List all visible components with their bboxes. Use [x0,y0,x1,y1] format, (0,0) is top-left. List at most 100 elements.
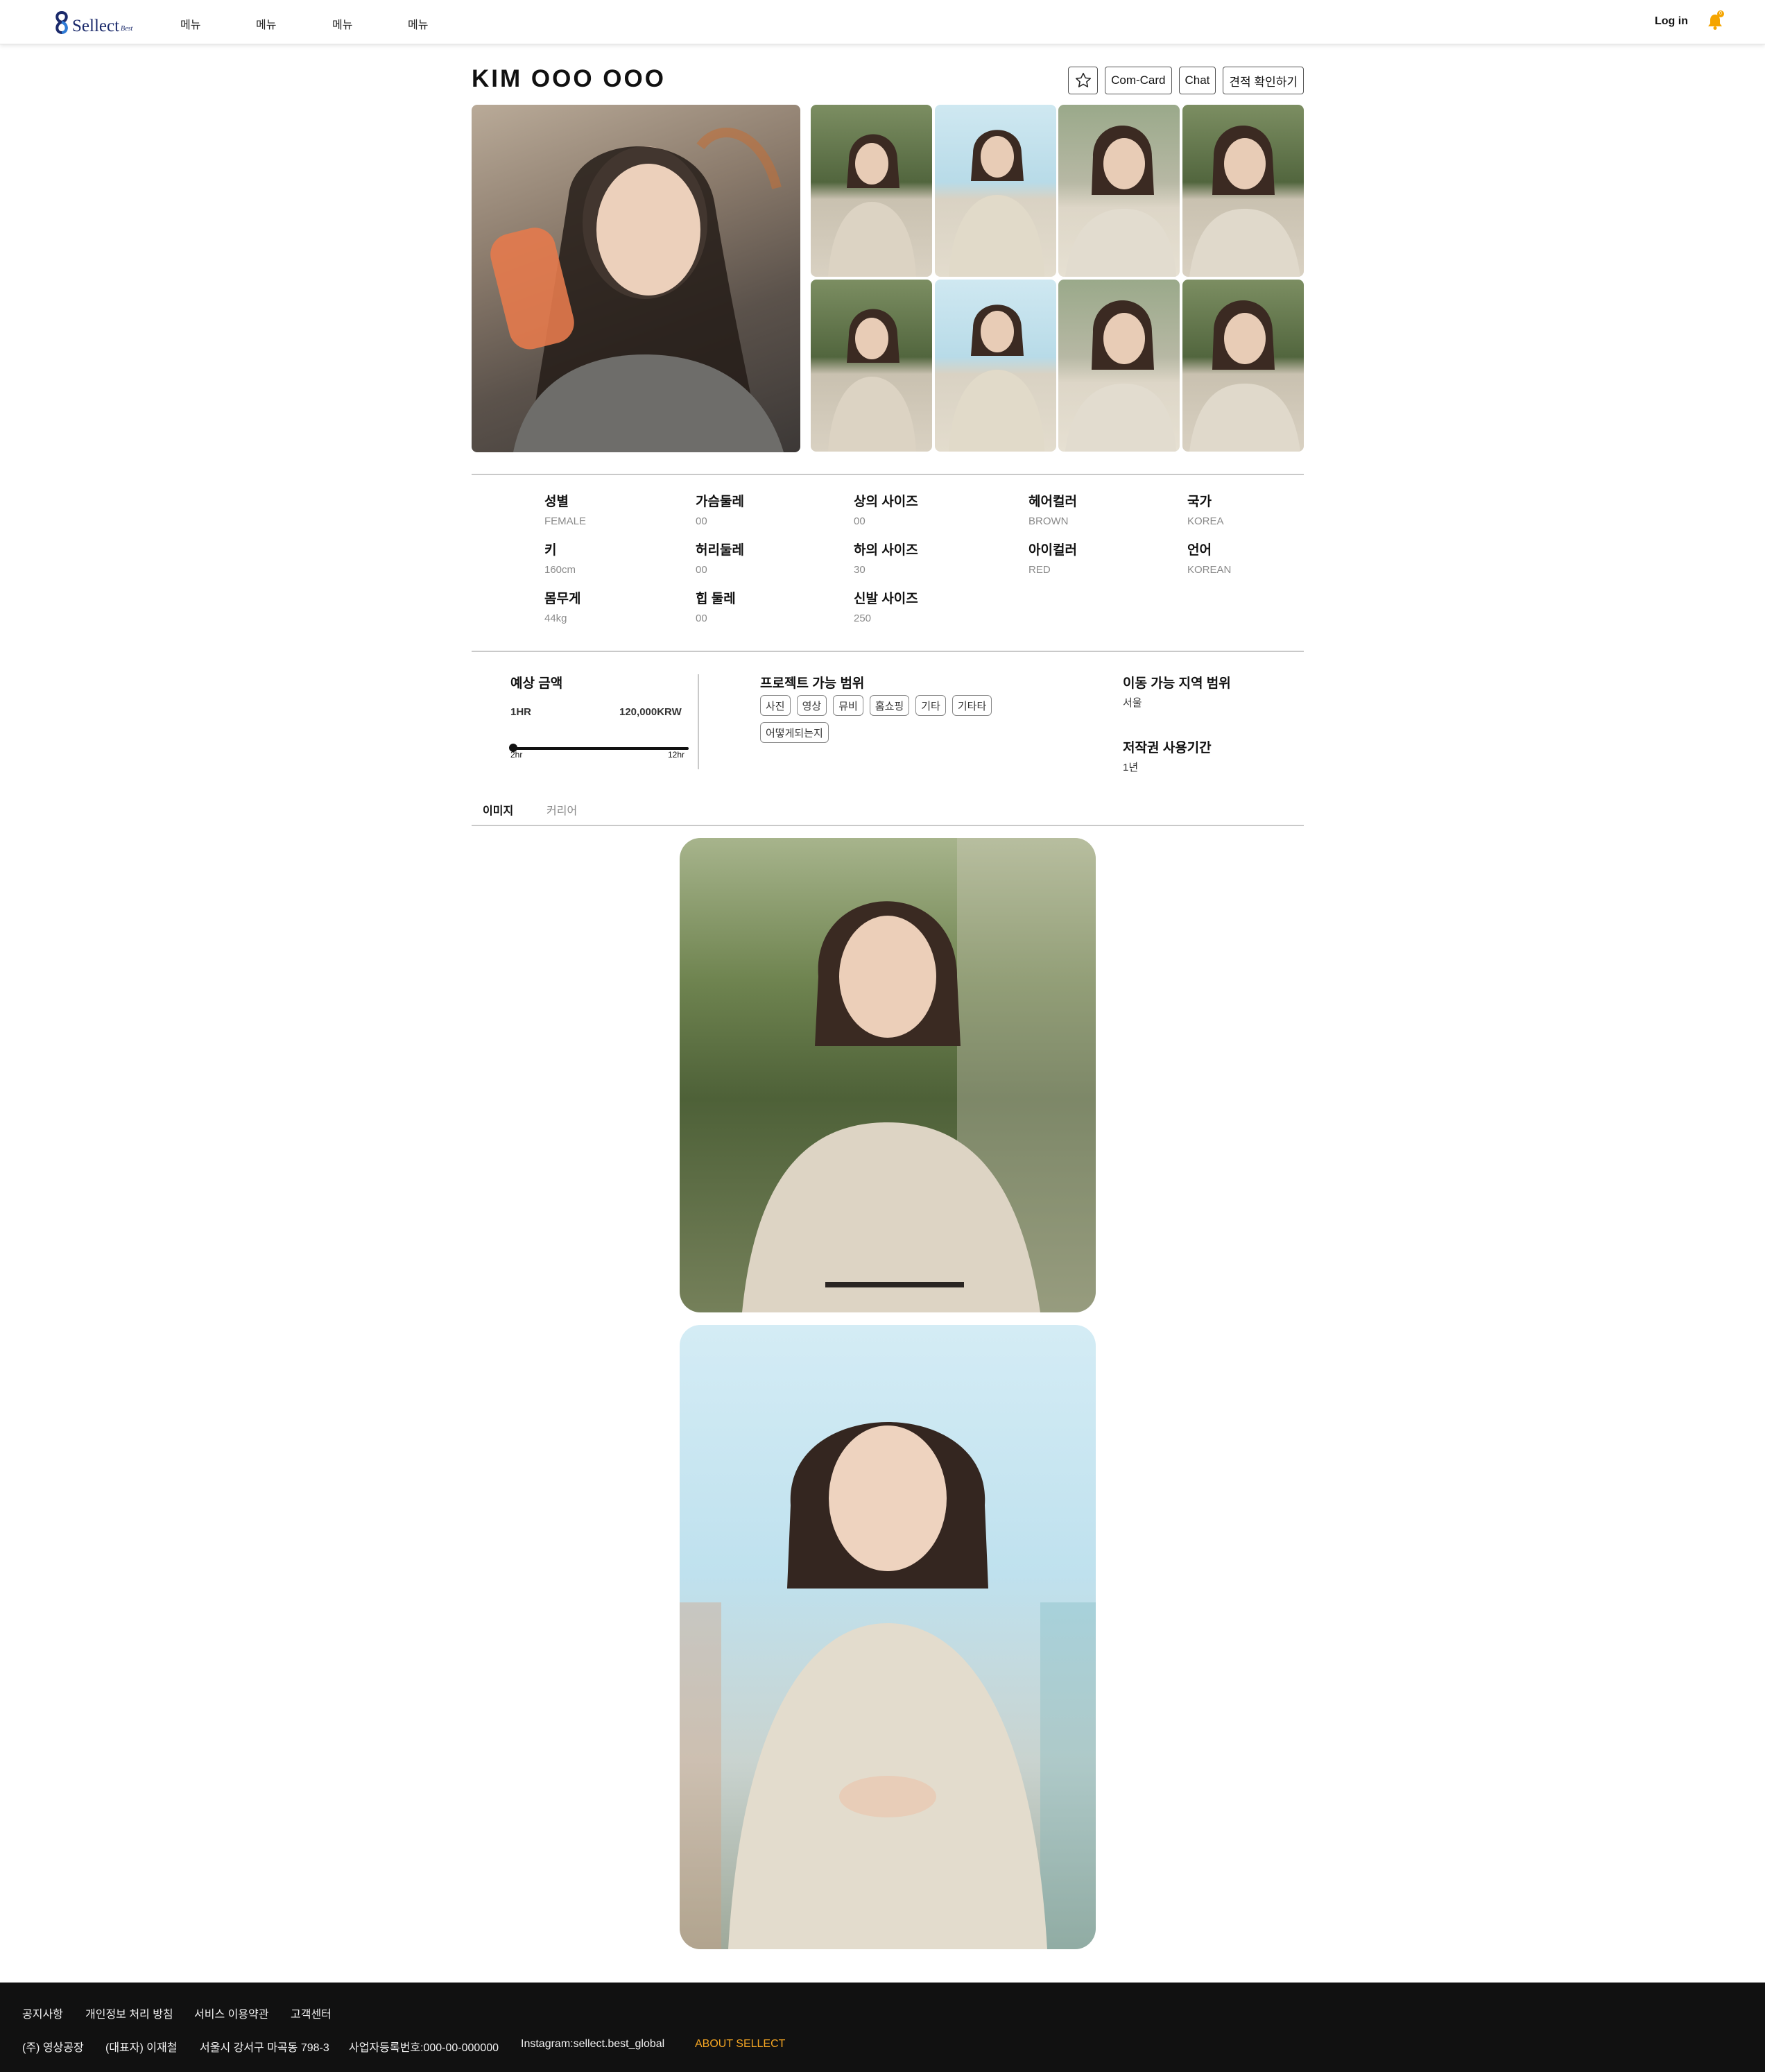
spec-hair-color: 헤어컬러 BROWN [1028,491,1077,527]
profile-actions: Com-Card Chat 견적 확인하기 [1068,67,1304,94]
spec-value: 00 [696,613,707,624]
spec-label: 하의 사이즈 [854,543,918,558]
spec-value: 250 [854,613,872,624]
tab-images[interactable]: 이미지 [483,801,513,818]
spec-shoe-size: 신발 사이즈 250 [854,588,918,624]
star-icon [1075,72,1091,87]
tab-career[interactable]: 커리어 [546,801,577,818]
gallery-thumbnail-6[interactable] [935,280,1056,452]
thumbnail-portrait-7 [1065,300,1176,452]
profile-portrait-illustration [490,128,784,452]
spec-label: 힙 둘레 [696,592,736,606]
gallery-thumbnail-2[interactable] [935,105,1056,277]
nav-menu-1[interactable]: 메뉴 [180,15,200,32]
model-name: KIM OOO OOO [472,65,666,92]
footer-company: (주) 영상공장 [22,2042,84,2054]
gallery-thumbnail-7[interactable] [1058,280,1180,452]
section-divider [472,651,1304,652]
spec-value: 00 [696,515,707,527]
portfolio-image-2[interactable] [680,1325,1096,1949]
gallery-thumbnail-1[interactable] [811,105,932,277]
range-min-label: 2hr [510,750,523,760]
price-amount: 120,000KRW [619,706,682,718]
spec-waist: 허리둘레 00 [696,540,744,576]
site-logo[interactable]: Sellect Best [53,10,132,35]
nav-menu-3[interactable]: 메뉴 [332,15,352,32]
spec-value: KOREA [1187,515,1224,527]
spec-weight: 몸무게 44kg [544,588,580,624]
tag-etc-2[interactable]: 기타타 [952,695,992,716]
tabs-underline [472,825,1304,826]
spec-gender: 성별 FEMALE [544,491,586,527]
spec-hip: 힙 둘레 00 [696,588,736,624]
travel-area-value: 서울 [1123,697,1142,709]
spec-country: 국가 KOREA [1187,491,1224,527]
portfolio-portrait-1 [742,838,1096,1312]
spec-label: 몸무게 [544,592,581,606]
tag-etc[interactable]: 기타 [915,695,946,716]
spec-value: RED [1028,564,1051,576]
spec-value: 160cm [544,564,576,576]
hours-range-slider[interactable] [513,747,689,750]
logo-text: Sellect [72,17,120,35]
favorite-button[interactable] [1068,67,1099,94]
vertical-divider [698,674,699,769]
spec-bottom-size: 하의 사이즈 30 [854,540,918,576]
tag-photo[interactable]: 사진 [760,695,791,716]
spec-value: FEMALE [544,515,587,527]
tag-video[interactable]: 영상 [796,695,827,716]
footer-notice-link[interactable]: 공지사항 [22,2005,63,2021]
spec-label: 가슴둘레 [696,495,744,509]
section-divider [472,474,1304,475]
spec-eye-color: 아이컬러 RED [1028,540,1077,576]
footer-terms-link[interactable]: 서비스 이용약관 [194,2005,269,2021]
thumbnail-portrait-2 [949,130,1044,277]
login-link[interactable]: Log in [1655,15,1688,28]
footer-instagram: Instagram:sellect.best_global [521,2038,665,2050]
footer-address: 서울시 강서구 마곡동 798-3 [200,2042,329,2054]
footer-privacy-link[interactable]: 개인정보 처리 방침 [85,2005,173,2021]
gallery-thumbnail-4[interactable] [1182,105,1304,277]
project-scope-title: 프로젝트 가능 범위 [760,676,865,691]
gallery-thumbnail-8[interactable] [1182,280,1304,452]
spec-label: 허리둘레 [696,543,744,558]
notification-badge: 0 [1717,10,1724,17]
spec-height: 키 160cm [544,540,576,576]
portfolio-portrait-2 [680,1422,1096,1949]
logo-mark-icon [55,10,68,35]
spec-label: 상의 사이즈 [854,495,918,509]
tag-music-video[interactable]: 뮤비 [833,695,863,716]
range-max-label: 12hr [668,750,685,760]
gallery-thumbnail-5[interactable] [811,280,932,452]
nav-menu-2[interactable]: 메뉴 [256,15,276,32]
spec-label: 언어 [1187,543,1212,558]
spec-value: 00 [854,515,866,527]
chat-button[interactable]: Chat [1178,67,1216,94]
tag-other[interactable]: 어떻게되는지 [760,722,829,743]
spec-value: BROWN [1028,515,1069,527]
logo-subtext: Best [121,25,133,33]
spec-label: 국가 [1187,495,1212,509]
com-card-button[interactable]: Com-Card [1105,67,1172,94]
tag-home-shopping[interactable]: 홈쇼핑 [869,695,910,716]
thumbnail-portrait-3 [1065,126,1176,277]
footer [0,1983,1765,2072]
top-navigation-bar: Sellect Best 메뉴 메뉴 메뉴 메뉴 Log in 0 [0,0,1765,44]
nav-menu-4[interactable]: 메뉴 [408,15,428,32]
estimated-price-title: 예상 금액 [510,676,563,691]
footer-about-link[interactable]: ABOUT SELLECT [695,2038,785,2050]
thumbnail-portrait-4 [1189,126,1300,277]
gallery-thumbnail-3[interactable] [1058,105,1180,277]
spec-bust: 가슴둘레 00 [696,491,744,527]
portfolio-image-1[interactable] [680,838,1096,1312]
footer-support-link[interactable]: 고객센터 [291,2005,332,2021]
footer-business-number: 사업자등록번호:000-00-000000 [349,2042,499,2054]
copyright-period-title: 저작권 사용기간 [1123,741,1212,755]
thumbnail-portrait-1 [828,134,916,277]
spec-label: 아이컬러 [1028,543,1077,558]
quote-check-button[interactable]: 견적 확인하기 [1223,67,1304,94]
main-profile-photo[interactable] [472,105,800,452]
footer-ceo: (대표자) 이재철 [105,2042,178,2054]
spec-label: 헤어컬러 [1028,495,1077,509]
thumbnail-portrait-6 [949,305,1044,452]
